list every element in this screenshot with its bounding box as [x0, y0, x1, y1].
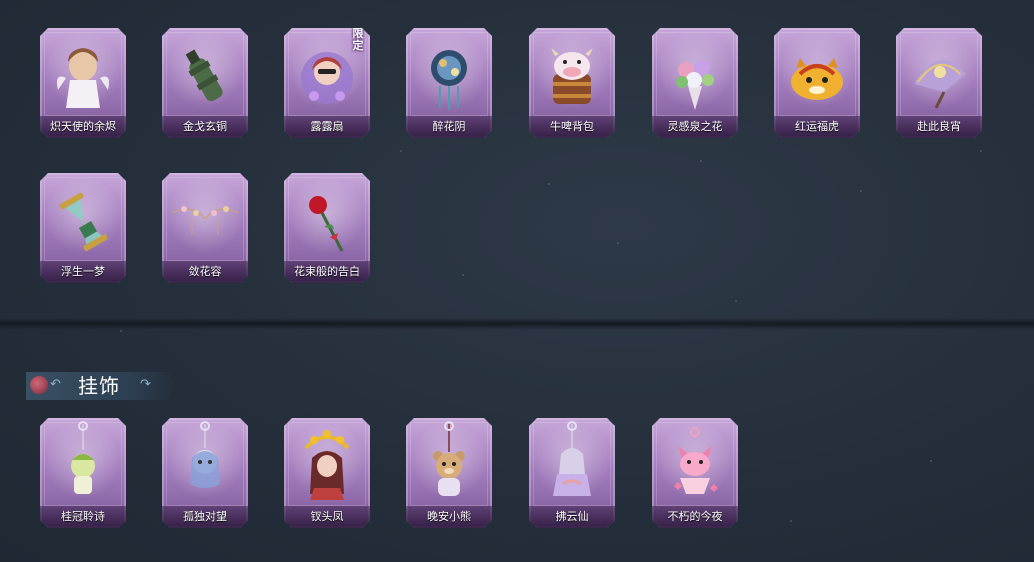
pendant-card[interactable]: 钗头凤 — [284, 418, 370, 528]
pendant-label: 拂云仙 — [529, 506, 615, 528]
pendant-label: 钗头凤 — [284, 506, 370, 528]
pendant-card[interactable]: 不朽的今夜 — [652, 418, 738, 528]
cloud-fairy-charm-icon — [553, 421, 591, 496]
phoenix-hairpin-charm-icon — [304, 430, 350, 500]
pendant-label: 不朽的今夜 — [652, 506, 738, 528]
pendant-label: 桂冠聆诗 — [40, 506, 126, 528]
pendant-label: 孤独对望 — [162, 506, 248, 528]
pendant-card[interactable]: 孤独对望 — [162, 418, 248, 528]
lonely-charm-icon — [190, 421, 220, 488]
pendant-card[interactable]: 拂云仙 — [529, 418, 615, 528]
pendants-grid: 桂冠聆诗 孤独对望 钗头凤 晚安小熊 拂云仙 不朽的今夜 — [0, 0, 1034, 562]
pendant-label: 晚安小熊 — [406, 506, 492, 528]
pendant-card[interactable]: 晚安小熊 — [406, 418, 492, 528]
pink-cat-cake-charm-icon — [674, 427, 718, 494]
laurel-charm-icon — [71, 421, 95, 494]
bear-charm-icon — [433, 421, 465, 496]
pendant-card[interactable]: 桂冠聆诗 — [40, 418, 126, 528]
